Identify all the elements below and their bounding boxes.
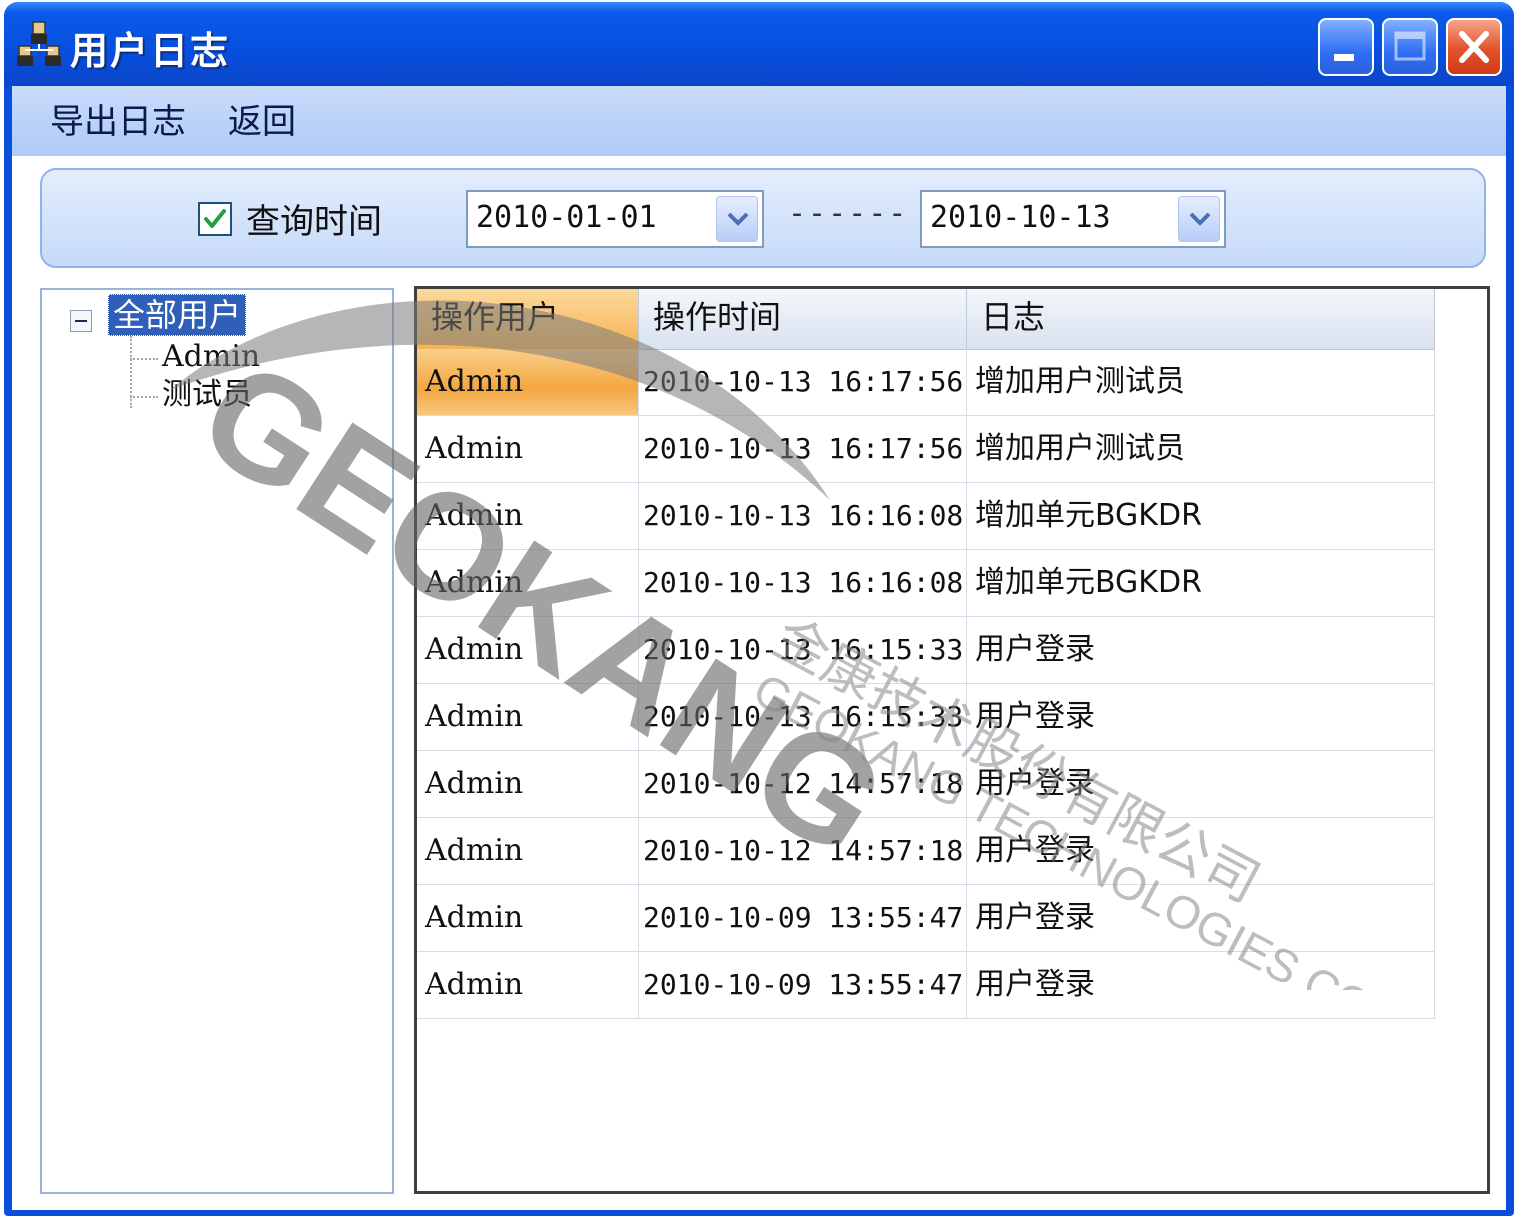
cell-time[interactable]: 2010-10-09 13:55:47 <box>639 952 967 1018</box>
menu-bar: 导出日志 返回 <box>12 86 1506 156</box>
cell-user[interactable]: Admin <box>417 349 639 415</box>
table-row[interactable]: Admin 2010-10-13 16:15:33 用户登录 <box>417 684 1435 751</box>
check-icon <box>204 209 226 228</box>
table-row[interactable]: Admin 2010-10-09 13:55:47 用户登录 <box>417 952 1435 1019</box>
tree-connector <box>130 358 158 360</box>
minimize-button[interactable] <box>1318 18 1374 76</box>
cell-user[interactable]: Admin <box>417 885 639 951</box>
cell-time[interactable]: 2010-10-13 16:15:33 <box>639 684 967 750</box>
window-title: 用户日志 <box>70 29 231 73</box>
cell-user[interactable]: Admin <box>417 684 639 750</box>
cell-log[interactable]: 增加用户测试员 <box>967 349 1435 415</box>
cell-log[interactable]: 增加单元BGKDR <box>967 483 1435 549</box>
minimize-icon <box>1334 54 1354 61</box>
cell-log[interactable]: 用户登录 <box>967 885 1435 951</box>
client-area: 导出日志 返回 查询时间 2010-01-01 ------ 2010-10-1… <box>12 86 1506 1210</box>
minus-box-icon[interactable] <box>70 310 92 332</box>
date-to-value: 2010-10-13 <box>930 200 1111 235</box>
tree-connector <box>130 396 158 398</box>
cell-log[interactable]: 用户登录 <box>967 751 1435 817</box>
cell-log[interactable]: 用户登录 <box>967 684 1435 750</box>
tree-node-tester[interactable]: 测试员 <box>162 376 252 414</box>
date-range-separator: ------ <box>788 196 909 231</box>
cell-user[interactable]: Admin <box>417 483 639 549</box>
chevron-down-icon <box>1189 212 1211 226</box>
users-tree-icon <box>17 21 61 66</box>
chevron-down-icon <box>727 212 749 226</box>
cell-time[interactable]: 2010-10-12 14:57:18 <box>639 818 967 884</box>
cell-log[interactable]: 增加用户测试员 <box>967 416 1435 482</box>
grid-header: 操作用户 操作时间 日志 <box>417 289 1435 350</box>
date-to-picker[interactable]: 2010-10-13 <box>920 190 1226 248</box>
table-row[interactable]: Admin 2010-10-12 14:57:18 用户登录 <box>417 818 1435 885</box>
maximize-icon <box>1394 31 1426 61</box>
menu-export-log[interactable]: 导出日志 <box>50 100 186 144</box>
log-grid: 操作用户 操作时间 日志 Admin 2010-10-13 16:17:56 增… <box>414 286 1490 1194</box>
close-button[interactable] <box>1446 18 1502 76</box>
cell-user[interactable]: Admin <box>417 416 639 482</box>
date-from-dropdown-button[interactable] <box>716 196 758 242</box>
menu-back[interactable]: 返回 <box>228 100 296 144</box>
column-header-log[interactable]: 日志 <box>967 289 1435 349</box>
tree-node-admin[interactable]: Admin <box>162 338 260 376</box>
table-row[interactable]: Admin 2010-10-13 16:16:08 增加单元BGKDR <box>417 550 1435 617</box>
table-row[interactable]: Admin 2010-10-13 16:17:56 增加用户测试员 <box>417 349 1435 416</box>
cell-time[interactable]: 2010-10-13 16:17:56 <box>639 349 967 415</box>
title-bar[interactable]: 用户日志 <box>4 2 1514 86</box>
column-header-time[interactable]: 操作时间 <box>639 289 967 349</box>
cell-user[interactable]: Admin <box>417 751 639 817</box>
table-row[interactable]: Admin 2010-10-12 14:57:18 用户登录 <box>417 751 1435 818</box>
cell-user[interactable]: Admin <box>417 617 639 683</box>
close-icon <box>1459 31 1489 63</box>
date-from-value: 2010-01-01 <box>476 200 657 235</box>
table-row[interactable]: Admin 2010-10-09 13:55:47 用户登录 <box>417 885 1435 952</box>
cell-user[interactable]: Admin <box>417 818 639 884</box>
cell-log[interactable]: 用户登录 <box>967 617 1435 683</box>
cell-log[interactable]: 用户登录 <box>967 818 1435 884</box>
cell-time[interactable]: 2010-10-13 16:16:08 <box>639 550 967 616</box>
query-time-checkbox[interactable] <box>198 202 232 236</box>
date-to-dropdown-button[interactable] <box>1178 196 1220 242</box>
cell-time[interactable]: 2010-10-13 16:17:56 <box>639 416 967 482</box>
table-row[interactable]: Admin 2010-10-13 16:17:56 增加用户测试员 <box>417 416 1435 483</box>
cell-log[interactable]: 增加单元BGKDR <box>967 550 1435 616</box>
cell-time[interactable]: 2010-10-09 13:55:47 <box>639 885 967 951</box>
date-from-picker[interactable]: 2010-01-01 <box>466 190 764 248</box>
maximize-button[interactable] <box>1382 18 1438 76</box>
tree-node-all-users[interactable]: 全部用户 <box>108 294 247 336</box>
cell-user[interactable]: Admin <box>417 550 639 616</box>
time-filter-panel: 查询时间 2010-01-01 ------ 2010-10-13 <box>40 168 1486 268</box>
user-log-window: 用户日志 导出日志 返回 查询时间 2010-01-01 ------ 2010… <box>4 2 1514 1216</box>
table-row[interactable]: Admin 2010-10-13 16:15:33 用户登录 <box>417 617 1435 684</box>
cell-log[interactable]: 用户登录 <box>967 952 1435 1018</box>
table-row[interactable]: Admin 2010-10-13 16:16:08 增加单元BGKDR <box>417 483 1435 550</box>
column-header-user[interactable]: 操作用户 <box>417 289 639 349</box>
query-time-label[interactable]: 查询时间 <box>246 194 382 243</box>
cell-time[interactable]: 2010-10-13 16:16:08 <box>639 483 967 549</box>
cell-time[interactable]: 2010-10-12 14:57:18 <box>639 751 967 817</box>
user-tree: 全部用户 Admin 测试员 <box>40 288 394 1194</box>
cell-time[interactable]: 2010-10-13 16:15:33 <box>639 617 967 683</box>
cell-user[interactable]: Admin <box>417 952 639 1018</box>
